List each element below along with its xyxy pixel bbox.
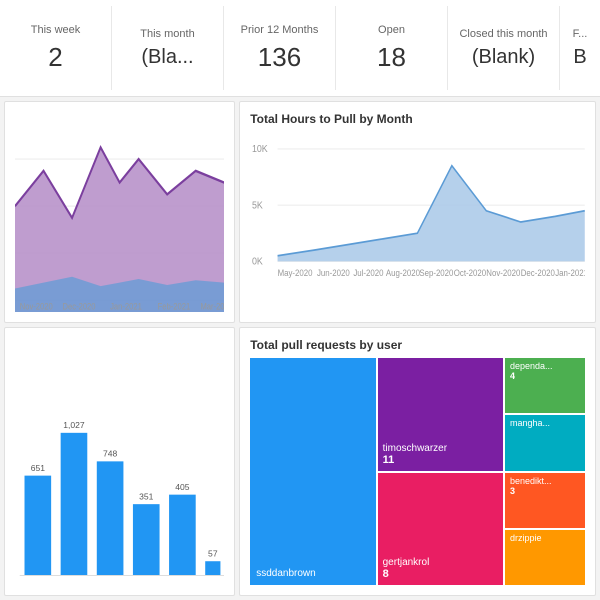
bottom-left-chart-area: 651 1,027 748 351 405 57 xyxy=(15,338,224,585)
svg-text:Nov-2020: Nov-2020 xyxy=(20,301,53,312)
treemap-cell-benedikt: benedikt... 3 xyxy=(505,473,585,528)
svg-text:Feb-2021: Feb-2021 xyxy=(158,301,191,312)
svg-text:748: 748 xyxy=(103,449,118,459)
svg-text:Mar-2021: Mar-2021 xyxy=(200,301,224,312)
treemap-cell-timoschwarzer: timoschwarzer 11 xyxy=(378,358,503,471)
treemap-title: Total pull requests by user xyxy=(250,338,585,352)
svg-text:Nov-2020: Nov-2020 xyxy=(487,267,521,278)
top-left-svg: Nov-2020 Dec-2020 Jan-2021 Feb-2021 Mar-… xyxy=(15,112,224,312)
stat-closed-month: Closed this month (Blank) xyxy=(448,6,560,90)
top-right-chart-title: Total Hours to Pull by Month xyxy=(250,112,585,126)
treemap-name-timoschwarzer: timoschwarzer xyxy=(383,443,498,454)
top-left-chart-area: Nov-2020 Dec-2020 Jan-2021 Feb-2021 Mar-… xyxy=(15,112,224,312)
treemap-count-dependa: 4 xyxy=(510,371,580,381)
svg-text:351: 351 xyxy=(139,491,154,501)
treemap-name-benedikt: benedikt... xyxy=(510,476,580,486)
stat-label-extra: F... xyxy=(573,28,588,40)
treemap-cell-gertjankrol: gertjankrol 8 xyxy=(378,473,503,586)
stat-this-week: This week 2 xyxy=(0,6,112,90)
svg-text:Jan-2021: Jan-2021 xyxy=(555,267,585,278)
treemap-name-dependa: dependa... xyxy=(510,361,580,371)
stat-value-this-month: (Bla... xyxy=(141,46,193,69)
svg-text:Jan-2021: Jan-2021 xyxy=(110,301,142,312)
treemap-count-gertjankrol: 8 xyxy=(383,568,498,580)
svg-text:Dec-2020: Dec-2020 xyxy=(63,301,96,312)
stat-open: Open 18 xyxy=(336,6,448,90)
stat-value-this-week: 2 xyxy=(48,42,62,73)
top-right-chart-area: 10K 5K 0K May-2020 Jun-2020 Jul-2020 Aug… xyxy=(250,132,585,312)
treemap-name-gertjankrol: gertjankrol xyxy=(383,557,498,568)
treemap-count-timoschwarzer: 11 xyxy=(383,454,498,466)
svg-text:Aug-2020: Aug-2020 xyxy=(386,267,420,278)
treemap-count-benedikt: 3 xyxy=(510,486,580,496)
svg-text:5K: 5K xyxy=(252,200,263,212)
stat-this-month: This month (Bla... xyxy=(112,6,224,90)
treemap-cell-drzippie: drzippie xyxy=(505,530,585,585)
stat-label-this-month: This month xyxy=(140,28,194,40)
svg-text:Jun-2020: Jun-2020 xyxy=(317,267,350,278)
stat-label-open: Open xyxy=(378,24,405,36)
treemap-cell-dependa: dependa... 4 xyxy=(505,358,585,413)
top-right-svg: 10K 5K 0K May-2020 Jun-2020 Jul-2020 Aug… xyxy=(250,132,585,312)
top-left-chart: Nov-2020 Dec-2020 Jan-2021 Feb-2021 Mar-… xyxy=(4,101,235,323)
bottom-left-svg: 651 1,027 748 351 405 57 xyxy=(15,338,224,585)
top-row: Nov-2020 Dec-2020 Jan-2021 Feb-2021 Mar-… xyxy=(0,97,600,327)
main-content: Nov-2020 Dec-2020 Jan-2021 Feb-2021 Mar-… xyxy=(0,97,600,600)
stat-label-this-week: This week xyxy=(31,24,81,36)
svg-text:Sep-2020: Sep-2020 xyxy=(420,267,454,278)
stat-label-closed-month: Closed this month xyxy=(459,28,547,40)
stat-value-prior-months: 136 xyxy=(258,42,301,73)
svg-text:Oct-2020: Oct-2020 xyxy=(454,267,487,278)
treemap-name-ssddanbrown: ssddanbrown xyxy=(256,568,369,579)
svg-text:405: 405 xyxy=(175,482,190,492)
stat-extra: F... B xyxy=(560,6,600,90)
svg-text:651: 651 xyxy=(31,463,46,473)
svg-text:0K: 0K xyxy=(252,256,263,268)
svg-text:1,027: 1,027 xyxy=(63,420,85,430)
treemap-name-drzippie: drzippie xyxy=(510,533,580,543)
treemap-name-mangha: mangha... xyxy=(510,418,580,428)
bottom-right-chart: Total pull requests by user ssddanbrown … xyxy=(239,327,596,596)
svg-text:Jul-2020: Jul-2020 xyxy=(354,267,384,278)
treemap-right-column: dependa... 4 mangha... benedikt... 3 drz… xyxy=(505,358,585,585)
stat-value-extra: B xyxy=(573,46,586,69)
bottom-row: 651 1,027 748 351 405 57 xyxy=(0,327,600,600)
svg-text:Dec-2020: Dec-2020 xyxy=(521,267,555,278)
treemap-grid: ssddanbrown timoschwarzer 11 gertjankrol… xyxy=(250,358,585,585)
stat-label-prior-months: Prior 12 Months xyxy=(241,24,319,36)
stat-value-closed-month: (Blank) xyxy=(472,46,535,69)
stat-value-open: 18 xyxy=(377,42,406,73)
svg-text:10K: 10K xyxy=(252,144,268,156)
treemap-cell-ssddanbrown: ssddanbrown xyxy=(250,358,375,585)
bottom-left-chart: 651 1,027 748 351 405 57 xyxy=(4,327,235,596)
svg-text:May-2020: May-2020 xyxy=(278,267,313,278)
stats-bar: This week 2 This month (Bla... Prior 12 … xyxy=(0,0,600,97)
svg-text:57: 57 xyxy=(208,548,218,558)
stat-prior-months: Prior 12 Months 136 xyxy=(224,6,336,90)
top-right-chart: Total Hours to Pull by Month 10K 5K 0K xyxy=(239,101,596,323)
treemap-cell-mangha: mangha... xyxy=(505,415,585,470)
